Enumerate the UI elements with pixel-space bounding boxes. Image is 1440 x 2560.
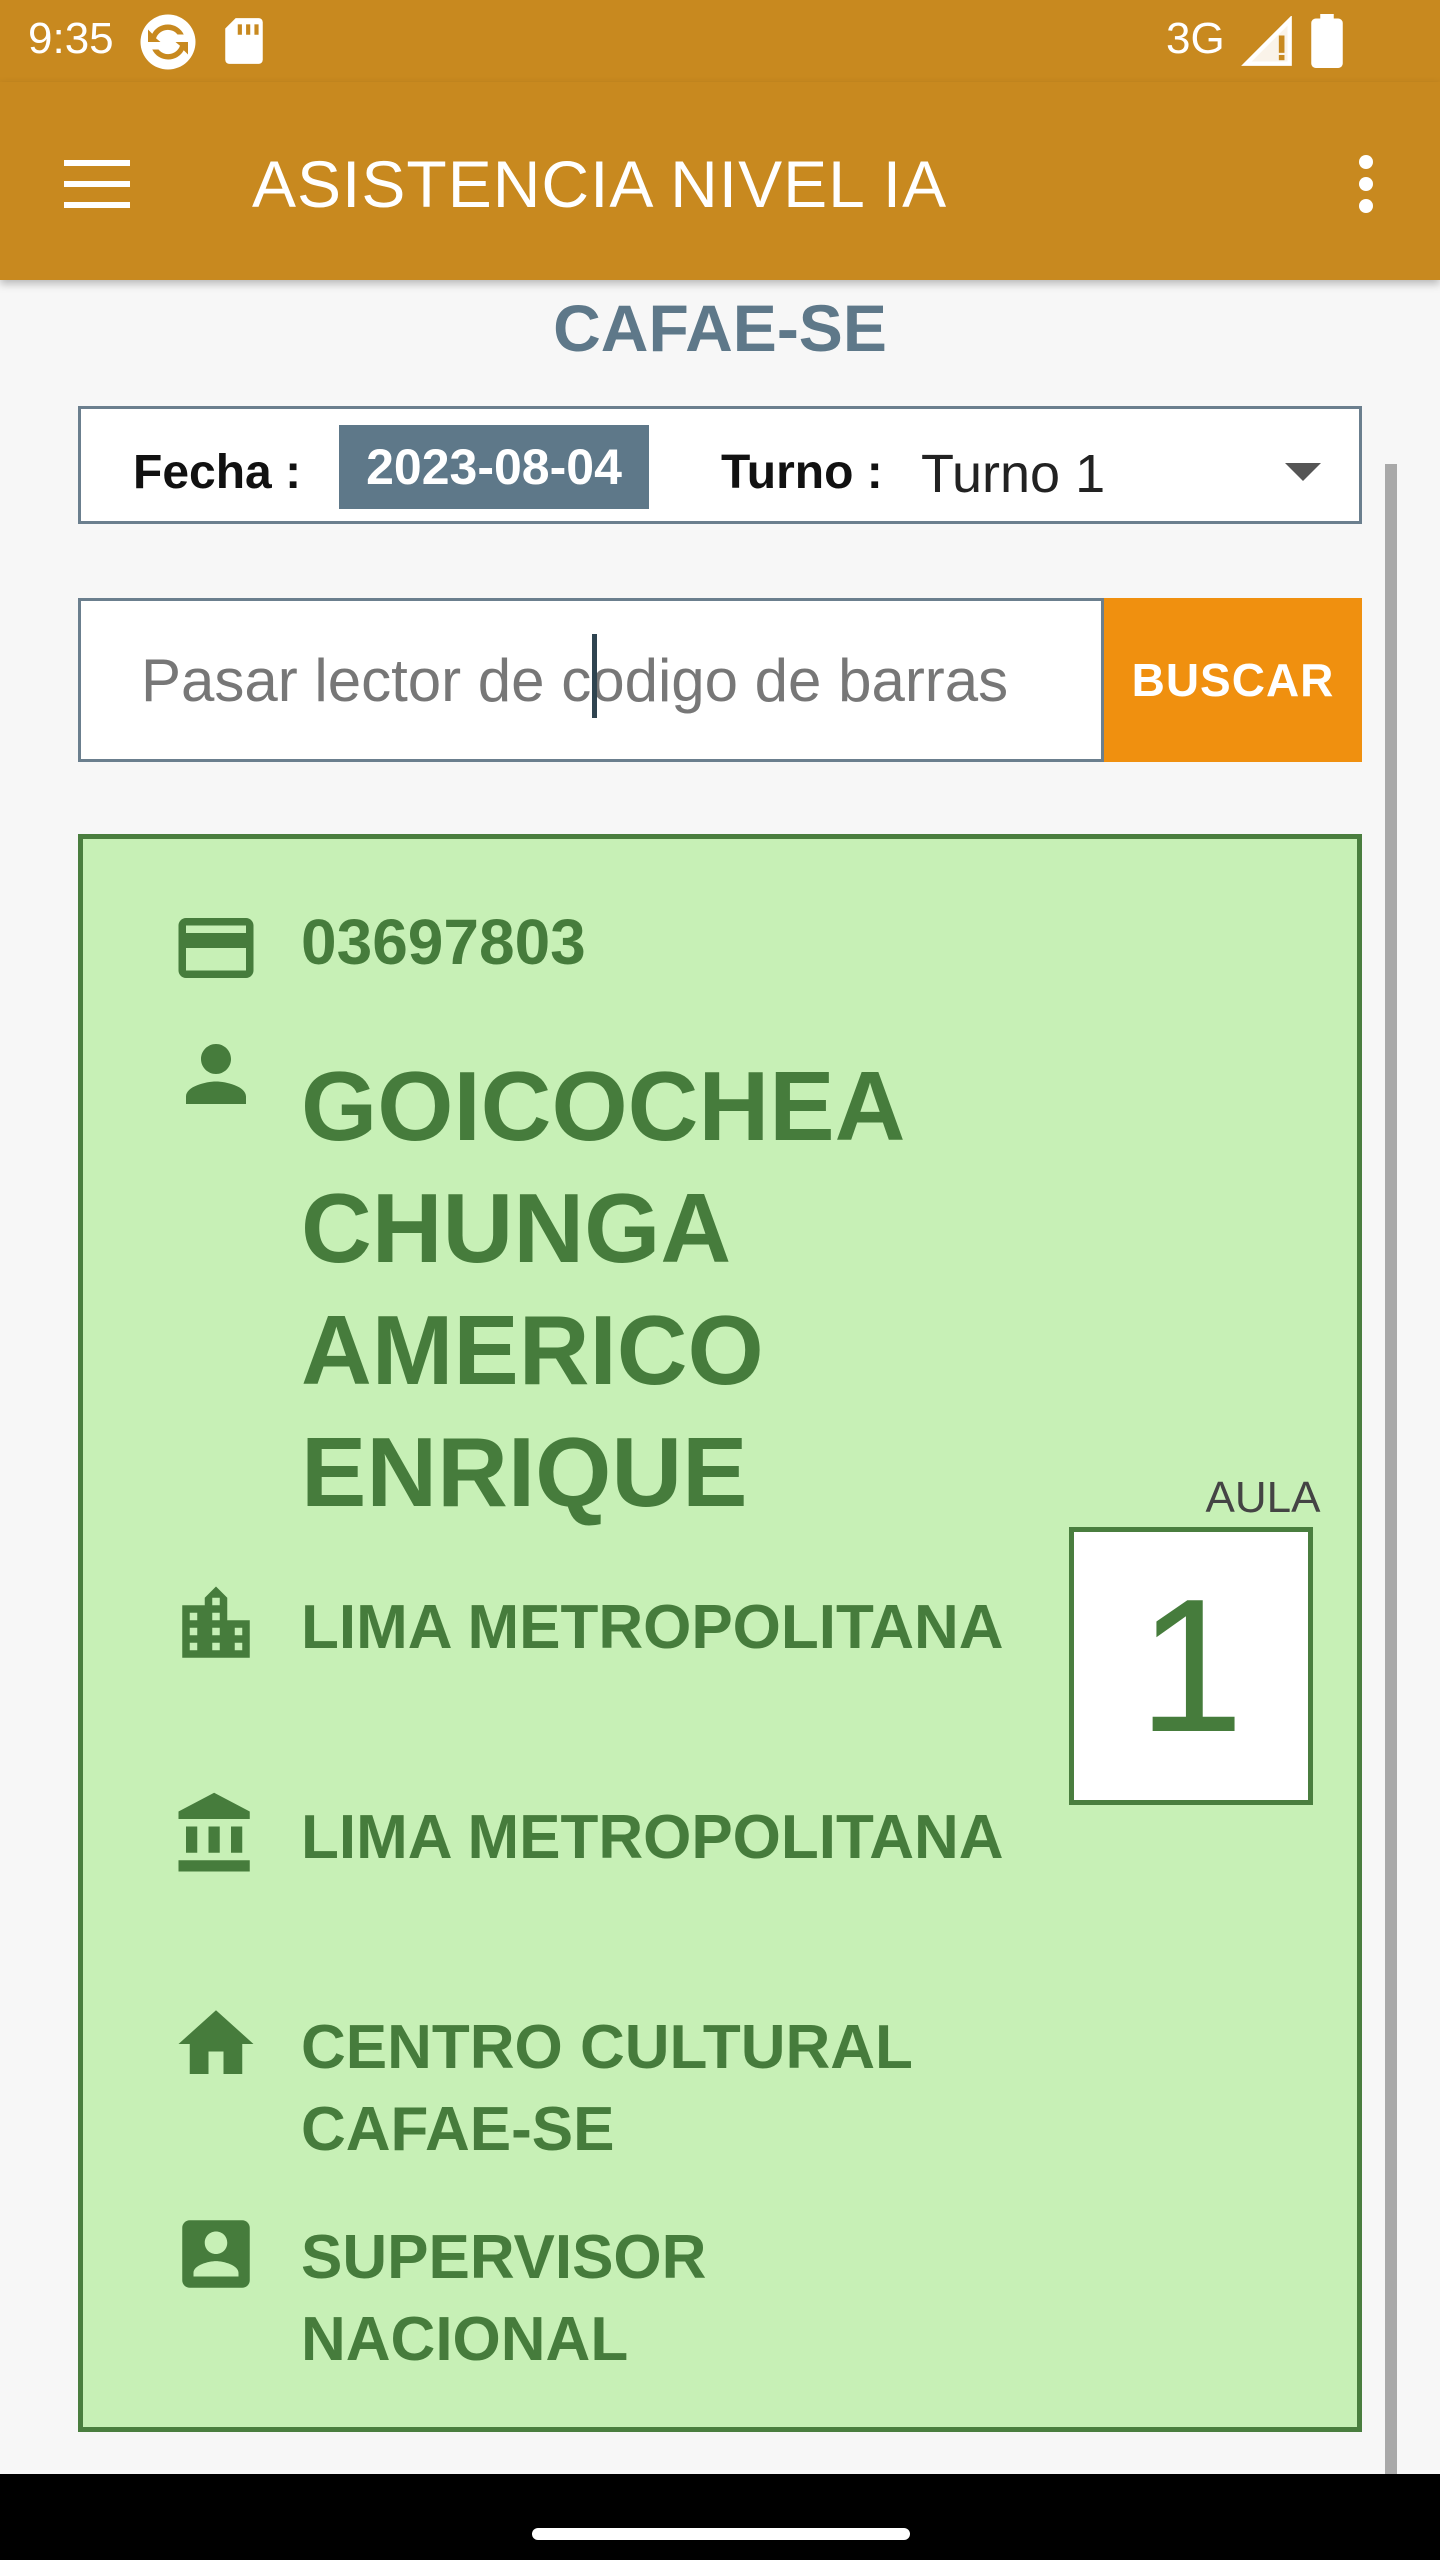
page-subtitle: CAFAE-SE bbox=[553, 291, 887, 365]
battery-icon bbox=[1311, 14, 1343, 68]
cargo-value: SUPERVISOR NACIONAL bbox=[301, 2223, 707, 2374]
person-name: GOICOCHEA CHUNGA AMERICO ENRIQUE bbox=[301, 1051, 902, 1527]
turno-dropdown[interactable]: Turno 1 bbox=[921, 419, 1341, 515]
dni-value: 03697803 bbox=[301, 906, 586, 978]
hamburger-menu-icon[interactable] bbox=[48, 134, 148, 234]
account-balance-icon bbox=[178, 1792, 250, 1872]
fecha-date-field[interactable]: 2023-08-04 bbox=[339, 425, 649, 509]
credit-card-icon bbox=[178, 918, 254, 978]
sync-icon bbox=[140, 14, 196, 70]
filter-box: Fecha : 2023-08-04 Turno : Turno 1 bbox=[78, 406, 1362, 524]
search-button[interactable]: BUSCAR bbox=[1104, 598, 1362, 762]
aula-box: 1 bbox=[1069, 1527, 1313, 1805]
sede-value: LIMA METROPOLITANA bbox=[301, 1803, 1004, 1872]
sd-card-icon bbox=[225, 18, 263, 64]
status-time: 9:35 bbox=[28, 14, 114, 63]
barcode-search-input[interactable] bbox=[78, 598, 1104, 762]
aula-number: 1 bbox=[1138, 1560, 1244, 1772]
local-value: CENTRO CULTURAL CAFAE-SE bbox=[301, 2013, 912, 2164]
status-bar: 9:35 3G bbox=[0, 0, 1440, 82]
fecha-label: Fecha : bbox=[133, 446, 302, 499]
person-icon bbox=[186, 1044, 246, 1104]
scrollbar[interactable] bbox=[1385, 464, 1397, 2474]
turno-selected-value: Turno 1 bbox=[921, 444, 1106, 504]
app-bar: ASISTENCIA NIVEL IA bbox=[0, 82, 1440, 280]
home-icon bbox=[178, 2010, 254, 2074]
aula-label: AULA bbox=[1205, 1473, 1321, 1522]
location-city-icon bbox=[182, 1586, 250, 1658]
network-type: 3G bbox=[1166, 14, 1225, 63]
account-box-icon bbox=[182, 2220, 250, 2288]
more-vert-icon[interactable] bbox=[1336, 134, 1396, 234]
result-card: 03697803 GOICOCHEA CHUNGA AMERICO ENRIQU… bbox=[78, 834, 1362, 2432]
app-title: ASISTENCIA NIVEL IA bbox=[252, 147, 948, 221]
system-nav-bar bbox=[0, 2474, 1440, 2560]
home-gesture-handle[interactable] bbox=[532, 2528, 910, 2540]
dropdown-arrow-icon bbox=[1285, 463, 1321, 481]
text-cursor bbox=[592, 634, 597, 718]
region-value: LIMA METROPOLITANA bbox=[301, 1593, 1004, 1662]
signal-icon bbox=[1241, 16, 1292, 66]
turno-label: Turno : bbox=[721, 446, 883, 499]
